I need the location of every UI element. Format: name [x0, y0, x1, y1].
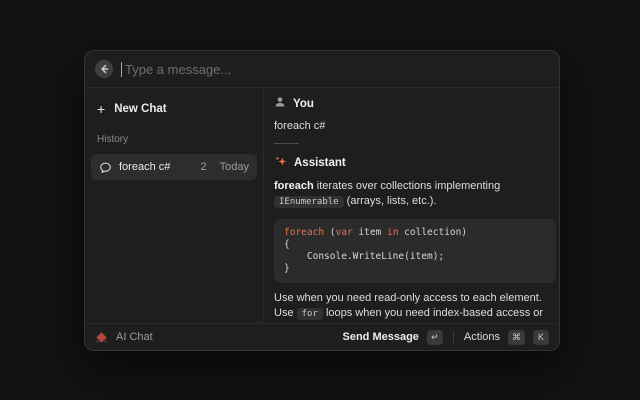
user-name: You: [293, 98, 314, 110]
message-input[interactable]: Type a message...: [125, 62, 231, 77]
history-section-label: History: [91, 134, 257, 145]
assistant-paragraph-2: Use when you need read-only access to ea…: [274, 291, 559, 323]
user-message-text: foreach c#: [274, 120, 549, 132]
k-key-icon: K: [533, 330, 549, 345]
text-cursor: [121, 62, 122, 77]
return-key-icon: ↵: [427, 330, 443, 345]
chat-bubble-icon: [99, 161, 112, 174]
user-message-header: You: [274, 96, 549, 111]
assistant-paragraph-1: foreach iterates over collections implem…: [274, 179, 559, 210]
chat-transcript: You foreach c# Assistant foreach iterate…: [264, 88, 559, 323]
ai-chat-window: Type a message... + New Chat History for…: [84, 50, 560, 351]
raycast-logo-icon: [95, 331, 108, 344]
history-item-count: 2: [201, 161, 207, 173]
footer-separator: [453, 331, 454, 343]
app-name-label: AI Chat: [116, 331, 153, 343]
new-chat-label: New Chat: [114, 103, 166, 115]
history-item-date: Today: [220, 161, 249, 173]
code-block-csharp[interactable]: foreach (var item in collection){ Consol…: [274, 219, 556, 283]
back-button[interactable]: [95, 60, 113, 78]
message-input-bar: Type a message...: [85, 51, 559, 88]
actions-button[interactable]: Actions: [464, 331, 500, 343]
inline-code-ienumerable: IEnumerable: [274, 196, 344, 208]
assistant-message-header: Assistant: [274, 155, 549, 171]
assistant-name: Assistant: [294, 157, 346, 169]
back-arrow-icon: [99, 64, 109, 74]
history-item-title: foreach c#: [119, 161, 194, 173]
send-message-button[interactable]: Send Message: [343, 331, 419, 343]
cmd-key-icon: ⌘: [508, 330, 525, 345]
history-item-foreach[interactable]: foreach c# 2 Today: [91, 154, 257, 180]
new-chat-button[interactable]: + New Chat: [91, 98, 257, 120]
sidebar: + New Chat History foreach c# 2 Today: [85, 88, 264, 323]
inline-code-for: for: [297, 308, 323, 320]
sparkles-icon: [274, 155, 287, 171]
keyword-text: foreach: [274, 180, 314, 192]
paragraph-text: iterates over collections implementing: [314, 180, 500, 192]
plus-icon: +: [97, 102, 105, 116]
footer-bar: AI Chat Send Message ↵ Actions ⌘ K: [85, 323, 559, 350]
message-divider: [274, 143, 299, 144]
paragraph-text: (arrays, lists, etc.).: [344, 195, 437, 207]
user-avatar-icon: [274, 96, 286, 111]
